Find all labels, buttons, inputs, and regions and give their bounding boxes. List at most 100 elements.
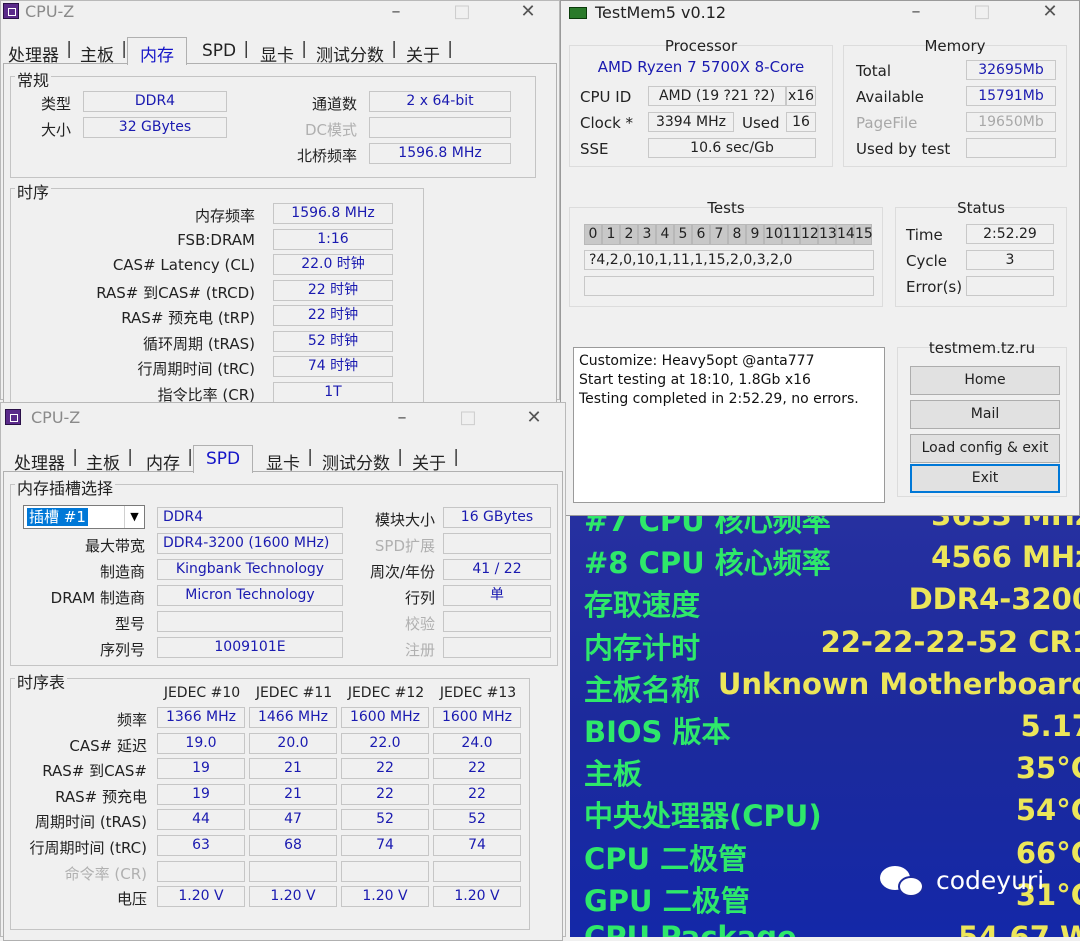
minimize-button[interactable]: – xyxy=(901,1,931,25)
jedec-cell xyxy=(341,860,429,882)
minimize-button[interactable]: – xyxy=(381,1,411,25)
dram-manufacturer-label: DRAM 制造商 xyxy=(50,589,145,607)
jedec-row-label: 电压 xyxy=(116,890,147,909)
tab-graphics[interactable]: 显卡 xyxy=(257,39,307,66)
jedec-cell: 20.0 xyxy=(249,732,337,754)
sse-label: SSE xyxy=(580,140,609,158)
jedec-cell: 44 xyxy=(157,809,245,831)
timing-value: 1596.8 MHz xyxy=(273,203,393,224)
tab-strip: 处理器 主板 内存 SPD 显卡 测试分数 关于 xyxy=(1,37,559,66)
type-label: 类型 xyxy=(40,95,71,113)
sensor-value: 54.67 W xyxy=(958,920,1080,937)
used-label: Used xyxy=(742,114,780,132)
channels-value: 2 x 64-bit xyxy=(369,91,511,112)
chevron-down-icon: ▼ xyxy=(124,506,144,528)
mail-button[interactable]: Mail xyxy=(910,400,1060,429)
jedec-cell: 52 xyxy=(341,809,429,831)
rank-label: 行列 xyxy=(404,589,435,607)
time-value: 2:52.29 xyxy=(966,224,1054,244)
errors-label: Error(s) xyxy=(906,278,963,296)
cycle-label: Cycle xyxy=(906,252,947,270)
jedec-cell xyxy=(157,860,245,882)
week-year-value: 41 / 22 xyxy=(443,559,551,580)
timing-label: CAS# Latency (CL) xyxy=(112,256,255,274)
title-bar[interactable]: CPU-Z – □ ✕ xyxy=(1,1,559,25)
test-number: 13 xyxy=(818,224,837,245)
jedec-cell: 19.0 xyxy=(157,732,245,754)
maximize-button[interactable]: □ xyxy=(453,407,483,431)
sensor-row: BIOS 版本 5.17 xyxy=(584,709,1080,749)
jedec-cell: 1.20 V xyxy=(249,886,337,908)
jedec-cell: 74 xyxy=(341,835,429,856)
slot-select[interactable]: 插槽 #1 ▼ xyxy=(23,505,145,529)
maximize-button[interactable]: □ xyxy=(967,1,997,25)
tab-cpu[interactable]: 处理器 xyxy=(11,447,78,474)
sensor-value: 35°C xyxy=(1015,751,1080,786)
maximize-button[interactable]: □ xyxy=(447,1,477,25)
week-year-label: 周次/年份 xyxy=(369,563,435,581)
sensor-label: 主板 xyxy=(584,757,643,792)
cpuz-spd-window: CPU-Z – □ ✕ 处理器 主板 内存 SPD 显卡 测试分数 关于 内存插… xyxy=(0,402,566,941)
tab-memory[interactable]: 内存 xyxy=(143,447,193,474)
test-progress xyxy=(584,276,874,296)
close-button[interactable]: ✕ xyxy=(519,407,549,431)
title-bar[interactable]: CPU-Z – □ ✕ xyxy=(1,403,565,433)
test-number: 4 xyxy=(656,224,674,245)
sensor-row: 存取速度 DDR4-3200 xyxy=(584,582,1080,622)
spd-ext-value xyxy=(443,533,551,554)
test-number: 0 xyxy=(584,224,602,245)
manufacturer-label: 制造商 xyxy=(99,563,145,581)
tab-bench[interactable]: 测试分数 xyxy=(319,447,403,474)
jedec-row-label: RAS# 预充电 xyxy=(55,787,147,806)
jedec-cell: 74 xyxy=(433,835,521,856)
jedec-column-header: JEDEC #11 xyxy=(255,685,333,701)
log-box[interactable]: Customize: Heavy5opt @anta777 Start test… xyxy=(573,347,885,503)
used-by-test-label: Used by test xyxy=(856,140,951,158)
tab-bench[interactable]: 测试分数 xyxy=(313,39,397,66)
tab-cpu[interactable]: 处理器 xyxy=(5,39,72,66)
test-number: 3 xyxy=(638,224,656,245)
tab-mainboard[interactable]: 主板 xyxy=(77,39,127,66)
tab-about[interactable]: 关于 xyxy=(403,39,453,66)
tab-about[interactable]: 关于 xyxy=(409,447,459,474)
sse-value: 10.6 sec/Gb xyxy=(648,138,816,158)
jedec-column-header: JEDEC #13 xyxy=(439,685,517,701)
close-button[interactable]: ✕ xyxy=(513,1,543,25)
jedec-column-header: JEDEC #10 xyxy=(163,685,241,701)
tab-content: 内存插槽选择 插槽 #1 ▼ DDR4 模块大小 16 GBytes 最大带宽 … xyxy=(3,471,563,941)
testmem-window: TestMem5 v0.12 – □ ✕ Processor AMD Ryzen… xyxy=(560,0,1080,516)
test-number: 5 xyxy=(674,224,692,245)
title-bar[interactable]: TestMem5 v0.12 – □ ✕ xyxy=(561,1,1079,27)
window-title: CPU-Z xyxy=(31,408,81,427)
test-number: 11 xyxy=(782,224,801,245)
sensor-label: CPU 二极管 xyxy=(584,841,748,876)
test-number-strip: 0 1 2 3 4 5 6 7 8 9 10 11 12 13 14 15 xyxy=(584,224,874,246)
tab-graphics[interactable]: 显卡 xyxy=(263,447,313,474)
home-button[interactable]: Home xyxy=(910,366,1060,395)
sensor-label: #7 CPU 核心频率 xyxy=(584,516,831,538)
module-size-label: 模块大小 xyxy=(374,511,435,529)
tab-memory[interactable]: 内存 xyxy=(127,37,187,66)
jedec-cell: 68 xyxy=(249,835,337,856)
channels-label: 通道数 xyxy=(311,95,357,113)
tab-spd[interactable]: SPD xyxy=(199,39,249,61)
exit-button[interactable]: Exit xyxy=(910,464,1060,493)
tab-spd[interactable]: SPD xyxy=(193,445,254,473)
close-button[interactable]: ✕ xyxy=(1035,1,1065,25)
jedec-cell: 1.20 V xyxy=(433,886,521,908)
load-config-exit-button[interactable]: Load config & exit xyxy=(910,434,1060,463)
serial-label: 序列号 xyxy=(99,641,145,659)
minimize-button[interactable]: – xyxy=(387,407,417,431)
jedec-cell: 1600 MHz xyxy=(433,707,521,728)
jedec-row-label: RAS# 到CAS# xyxy=(42,762,147,781)
timing-value: 1T xyxy=(273,381,393,403)
jedec-cell: 19 xyxy=(157,783,245,805)
tab-mainboard[interactable]: 主板 xyxy=(83,447,133,474)
sensor-label: 主板名称 xyxy=(584,672,701,707)
size-value: 32 GBytes xyxy=(83,117,227,138)
cpuz-app-icon xyxy=(5,409,21,425)
cpu-name: AMD Ryzen 7 5700X 8-Core xyxy=(597,58,805,76)
errors-value xyxy=(966,276,1054,296)
sensor-label: 中央处理器(CPU) xyxy=(584,799,822,834)
timing-value: 22 时钟 xyxy=(273,279,393,301)
